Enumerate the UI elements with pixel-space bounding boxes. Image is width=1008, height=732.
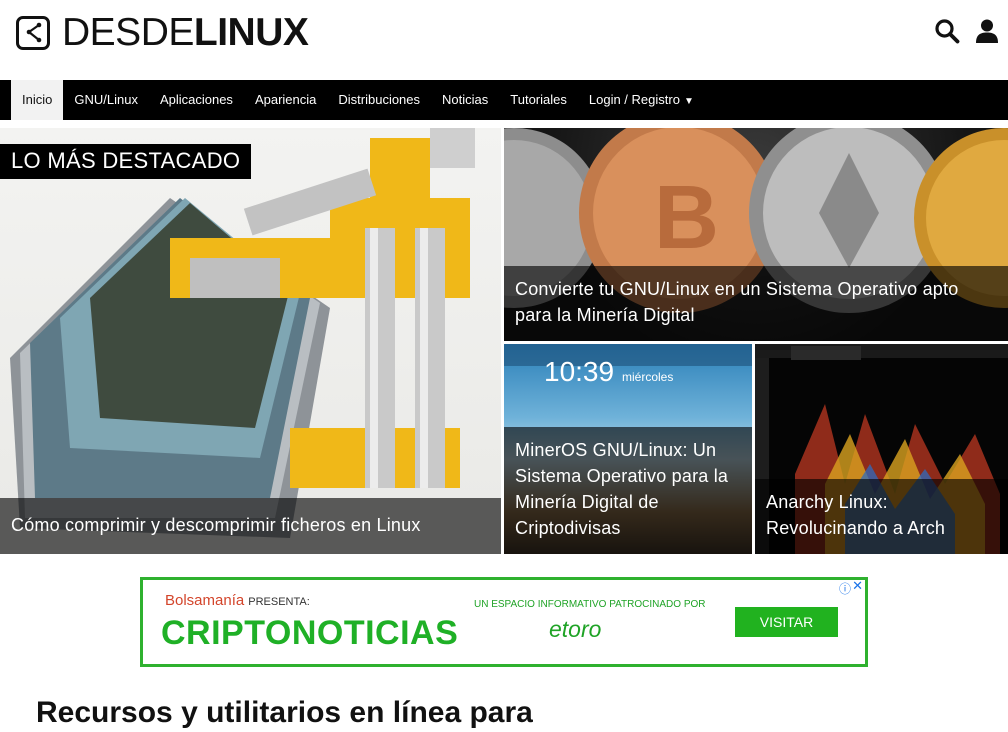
nav-item-noticias[interactable]: Noticias (431, 80, 499, 120)
search-icon[interactable] (934, 18, 960, 44)
svg-text:B: B (654, 168, 719, 268)
ad-brand-bolsa: Bolsa (165, 592, 203, 609)
featured-badge: LO MÁS DESTACADO (0, 144, 252, 179)
site-logo[interactable]: DESDELINUX (16, 13, 309, 52)
nav-login-label: Login / Registro (588, 92, 680, 107)
nav-item-inicio[interactable]: Inicio (11, 80, 64, 120)
miner-topbar (504, 344, 752, 366)
user-icon[interactable] (974, 18, 1000, 44)
featured-card-main[interactable]: LO MÁS DESTACADO Cómo comprimir y descom… (0, 128, 501, 554)
featured-mineros-title[interactable]: MinerOS GNU/Linux: Un Sistema Operativo … (504, 427, 752, 554)
ad-info-icon[interactable]: ⓘ (839, 580, 851, 597)
featured-card-crypto[interactable]: B Convierte tu GNU/Linux en un Sistema O… (504, 128, 1008, 341)
logo-text-linux: LINUX (193, 11, 309, 54)
miner-day: miércoles (622, 370, 674, 384)
featured-crypto-title[interactable]: Convierte tu GNU/Linux en un Sistema Ope… (504, 266, 1008, 341)
main-nav: Inicio GNU/Linux Aplicaciones Apariencia… (0, 80, 1008, 120)
ad-headline: CRIPTONOTICIAS (161, 614, 459, 652)
ad-etoro-logo: etoro (549, 616, 602, 642)
article-title[interactable]: Recursos y utilitarios en línea para (36, 696, 533, 730)
nav-item-gnu-linux[interactable]: GNU/Linux (63, 80, 149, 120)
ad-brand: Bolsamanía PRESENTA: (165, 592, 310, 609)
nav-item-apariencia[interactable]: Apariencia (244, 80, 327, 120)
nav-item-aplicaciones[interactable]: Aplicaciones (149, 80, 244, 120)
featured-section: LO MÁS DESTACADO Cómo comprimir y descom… (0, 128, 1008, 554)
nav-item-login-registro[interactable]: Login / Registro ▼ (578, 80, 705, 120)
header-actions (934, 18, 1000, 44)
logo-text-desde: DESDE (62, 11, 194, 54)
miner-clock: 10:39 (544, 356, 615, 387)
ad-brand-mania: manía (202, 592, 245, 609)
ad-sponsor-text: UN ESPACIO INFORMATIVO PATROCINADO POR (474, 599, 706, 610)
clamp-image (10, 128, 475, 538)
ad-banner[interactable]: ⓘ ✕ Bolsamanía PRESENTA: CRIPTONOTICIAS U… (140, 577, 868, 667)
featured-anarchy-title[interactable]: Anarchy Linux: Revolucinando a Arch (755, 479, 1008, 554)
featured-card-anarchy[interactable]: Anarchy Linux: Revolucinando a Arch (755, 344, 1008, 554)
featured-main-title[interactable]: Cómo comprimir y descomprimir ficheros e… (0, 498, 501, 554)
nav-item-tutoriales[interactable]: Tutoriales (499, 80, 578, 120)
ad-presenta: PRESENTA: (248, 596, 310, 608)
caret-down-icon: ▼ (683, 96, 694, 107)
nav-item-distribuciones[interactable]: Distribuciones (327, 80, 431, 120)
ad-visit-button[interactable]: VISITAR (735, 607, 838, 637)
ad-close-icon[interactable]: ✕ (852, 578, 863, 594)
featured-card-mineros[interactable]: 10:39 miércoles MinerOS GNU/Linux: Un Si… (504, 344, 752, 554)
share-logo-icon (16, 16, 50, 50)
site-header: DESDELINUX (0, 0, 1008, 80)
logo-text: DESDELINUX (62, 13, 309, 52)
